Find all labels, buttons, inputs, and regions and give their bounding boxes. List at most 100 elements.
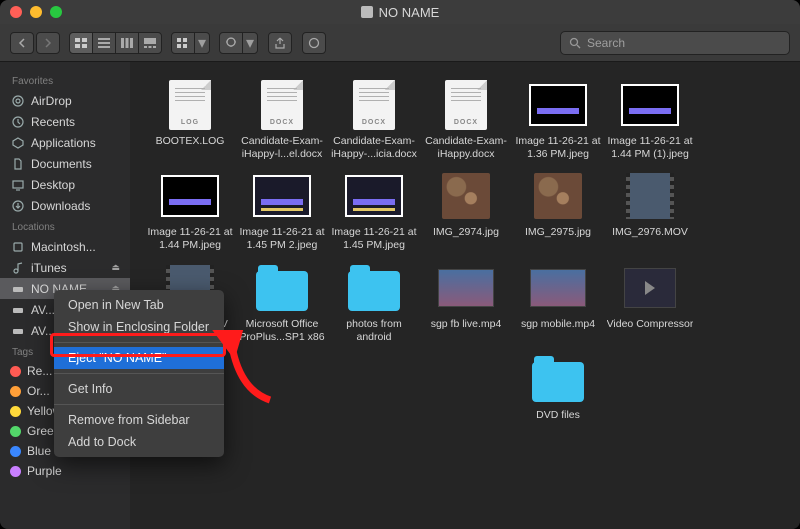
window-title: NO NAME [0,5,800,20]
file-name: Candidate-Exam-iHappy-...icia.docx [330,135,418,161]
gallery-view-button[interactable] [138,32,162,54]
file-item[interactable]: DOCX Candidate-Exam-iHappy-...icia.docx [328,80,420,161]
disk-icon [10,239,25,254]
context-menu-separator [54,373,224,374]
action-button[interactable] [219,32,243,54]
file-item[interactable]: Image 11-26-21 at 1.45 PM 2.jpeg [236,171,328,252]
file-name: Candidate-Exam-iHappy.docx [422,135,510,161]
file-item[interactable]: photos from android [328,263,420,344]
file-thumbnail [620,171,680,221]
context-menu-item[interactable]: Eject "NO NAME" [54,347,224,369]
search-field[interactable]: Search [560,31,790,55]
sidebar-item-macintosh-[interactable]: Macintosh... [0,236,130,257]
back-button[interactable] [10,32,34,54]
file-thumbnail [252,171,312,221]
sidebar-item-label: Desktop [31,178,75,192]
arrange-menu-button[interactable]: ▾ [194,32,210,54]
action-menu-button[interactable]: ▾ [242,32,258,54]
sidebar-item-documents[interactable]: Documents [0,153,130,174]
file-name: Microsoft Office ProPlus...SP1 x86 [238,318,326,344]
forward-button[interactable] [36,32,60,54]
file-item[interactable]: Image 11-26-21 at 1.45 PM.jpeg [328,171,420,252]
tag-color-dot [10,426,21,437]
context-menu-item[interactable]: Remove from Sidebar [54,409,224,431]
file-name: IMG_2975.jpg [525,226,591,239]
file-thumbnail: DOCX [344,80,404,130]
file-item[interactable]: LOG BOOTEX.LOG [144,80,236,161]
music-icon [10,260,25,275]
sidebar-favorites-header: Favorites [0,70,130,90]
file-name: Candidate-Exam-iHappy-l...el.docx [238,135,326,161]
sidebar-item-airdrop[interactable]: AirDrop [0,90,130,111]
file-thumbnail: DOCX [252,80,312,130]
context-menu-item[interactable]: Add to Dock [54,431,224,453]
file-grid[interactable]: LOG BOOTEX.LOG DOCX Candidate-Exam-iHappy-l… [130,62,800,529]
sidebar-locations-header: Locations [0,216,130,236]
desktop-icon [10,177,25,192]
sidebar-item-label: Macintosh... [31,240,96,254]
sidebar-item-downloads[interactable]: Downloads [0,195,130,216]
sidebar-item-applications[interactable]: Applications [0,132,130,153]
sidebar-tag-purple[interactable]: Purple [0,461,130,481]
file-item[interactable]: IMG_2976.MOV [604,171,696,252]
file-name: IMG_2976.MOV [612,226,688,239]
sidebar-item-label: Downloads [31,199,90,213]
file-thumbnail: LOG [160,80,220,130]
context-menu-item[interactable]: Open in New Tab [54,294,224,316]
column-view-button[interactable] [115,32,139,54]
file-name: Video Compressor [607,318,694,331]
file-item[interactable]: IMG_2975.jpg [512,171,604,252]
eject-icon[interactable]: ⏏ [111,262,120,273]
sidebar-item-label: Blue [27,444,51,458]
file-item[interactable]: DOCX Candidate-Exam-iHappy-l...el.docx [236,80,328,161]
sidebar-item-label: Documents [31,157,92,171]
arrange-group: ▾ [172,32,210,54]
sidebar-item-desktop[interactable]: Desktop [0,174,130,195]
file-item[interactable]: DOCXCandidate-Exam-iHappy.docx [420,80,512,161]
file-item[interactable]: Microsoft Office ProPlus...SP1 x86 [236,263,328,344]
tag-color-dot [10,446,21,457]
sidebar-item-label: AirDrop [31,94,72,108]
file-item[interactable]: sgp mobile.mp4 [512,263,604,344]
file-name: Image 11-26-21 at 1.44 PM (1).jpeg [606,135,694,161]
share-button[interactable] [268,32,292,54]
sidebar-item-label: AV... [31,324,55,338]
tags-button[interactable] [302,32,326,54]
arrange-button[interactable] [171,32,195,54]
file-thumbnail [528,171,588,221]
drive-icon [10,323,25,338]
sidebar-item-recents[interactable]: Recents [0,111,130,132]
sidebar-item-label: AV... [31,303,55,317]
file-item[interactable]: sgp fb live.mp4 [420,263,512,344]
context-menu: Open in New TabShow in Enclosing Folder E… [54,290,224,457]
file-item[interactable]: Image 11-26-21 at 1.36 PM.jpeg [512,80,604,161]
sidebar-item-itunes[interactable]: iTunes ⏏ [0,257,130,278]
sidebar-item-label: Purple [27,464,62,478]
file-name: Image 11-26-21 at 1.36 PM.jpeg [514,135,602,161]
file-item[interactable]: Image 11-26-21 at 1.44 PM (1).jpeg [604,80,696,161]
file-name: BOOTEX.LOG [156,135,225,148]
context-menu-item[interactable]: Get Info [54,378,224,400]
file-thumbnail [528,263,588,313]
sidebar-item-label: Applications [31,136,96,150]
icon-view-button[interactable] [69,32,93,54]
search-icon [569,37,581,49]
file-item[interactable]: Video Compressor [604,263,696,344]
file-item[interactable]: DVD files [512,354,604,422]
tag-color-dot [10,406,21,417]
sidebar-item-label: iTunes [31,261,67,275]
context-menu-separator [54,342,224,343]
tag-color-dot [10,466,21,477]
file-thumbnail [436,171,496,221]
context-menu-item[interactable]: Show in Enclosing Folder [54,316,224,338]
file-item[interactable]: IMG_2974.jpg [420,171,512,252]
action-group: ▾ [220,32,258,54]
list-view-button[interactable] [92,32,116,54]
downloads-icon [10,198,25,213]
file-thumbnail [160,171,220,221]
sidebar-item-label: Re... [27,364,52,378]
volume-icon [361,6,373,18]
airdrop-icon [10,93,25,108]
file-thumbnail [620,80,680,130]
file-item[interactable]: Image 11-26-21 at 1.44 PM.jpeg [144,171,236,252]
